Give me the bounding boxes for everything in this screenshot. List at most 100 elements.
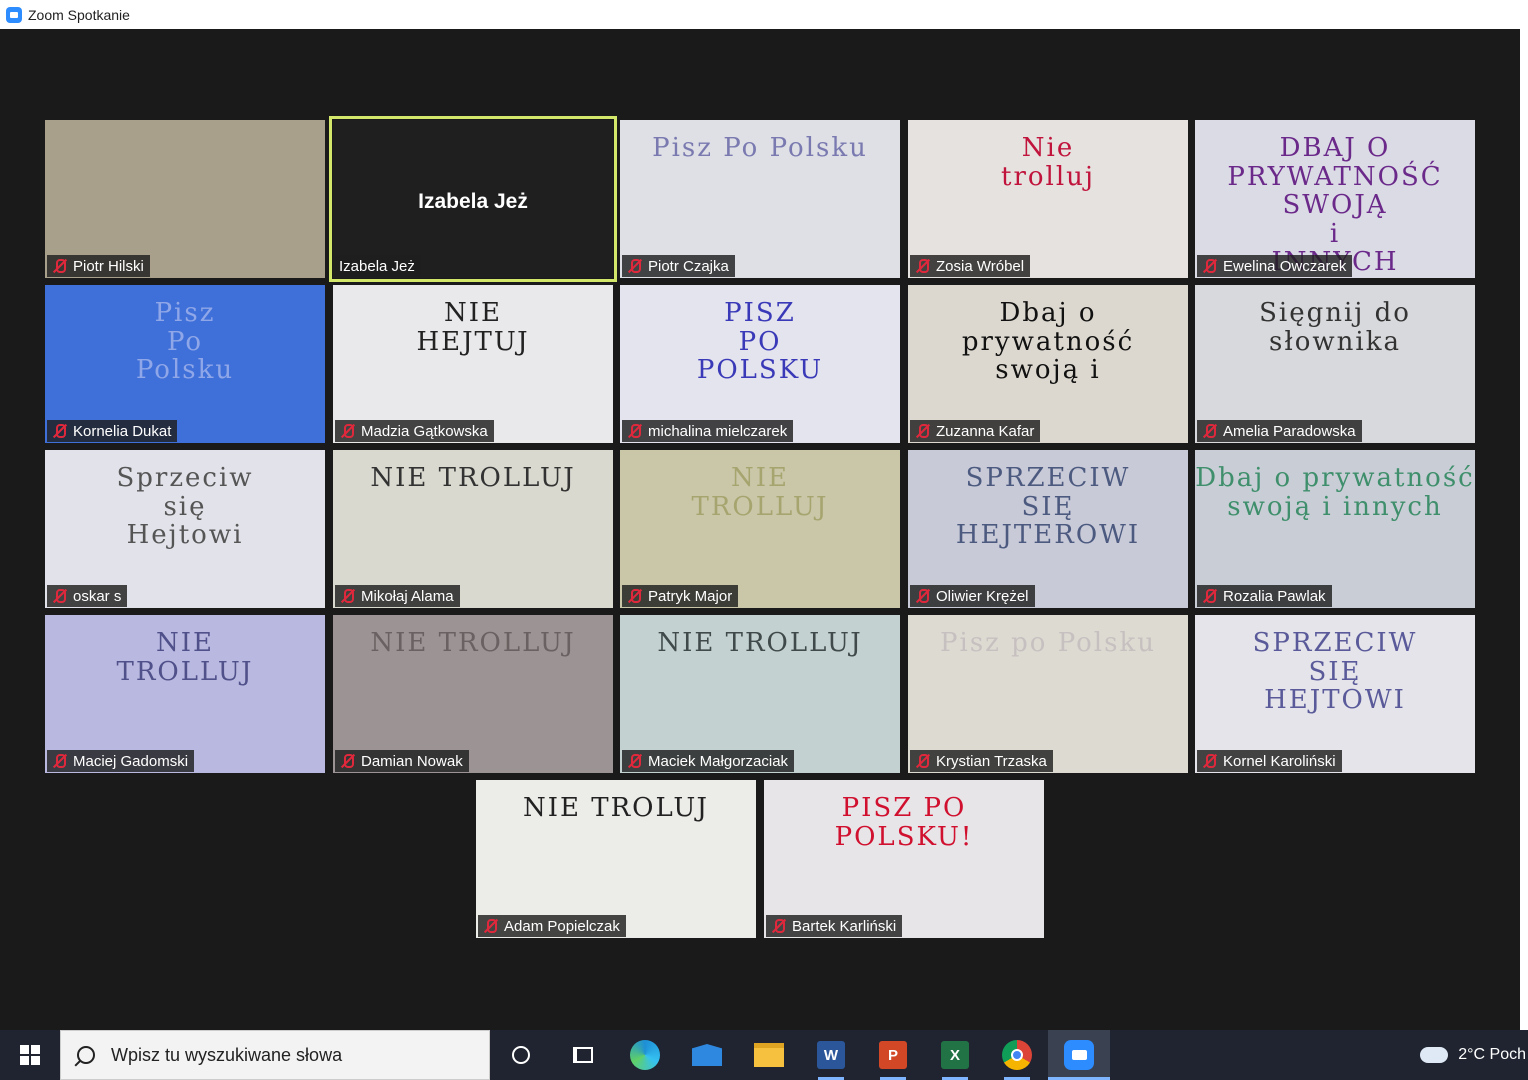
- edge-button[interactable]: [614, 1030, 676, 1080]
- participant-name: Madzia Gątkowska: [361, 422, 488, 440]
- participant-tile[interactable]: Pisz Po Polsku Kornelia Dukat: [45, 285, 325, 443]
- muted-mic-icon: [1201, 258, 1217, 274]
- participant-nameplate: Piotr Hilski: [47, 255, 150, 277]
- held-sign-text: NIE TROLLUJ: [370, 463, 576, 493]
- task-view-button[interactable]: [552, 1030, 614, 1080]
- participant-tile[interactable]: NIE TROLLUJ Mikołaj Alama: [333, 450, 613, 608]
- participant-name: Zosia Wróbel: [936, 257, 1025, 275]
- held-sign-text: SPRZECIW SIĘ HEJTEROWI: [955, 463, 1141, 551]
- word-button[interactable]: W: [800, 1030, 862, 1080]
- held-sign-text: PISZ PO POLSKU: [696, 298, 824, 386]
- held-sign-text: NIE TROLLUJ: [657, 628, 863, 658]
- participant-tile[interactable]: Pisz Po Polsku Piotr Czajka: [620, 120, 900, 278]
- held-sign-text: NIE TROLLUJ: [116, 628, 254, 687]
- muted-mic-icon: [914, 258, 930, 274]
- muted-mic-icon: [51, 258, 67, 274]
- held-sign-text: Sięgnij do słownika: [1259, 298, 1411, 357]
- excel-button[interactable]: X: [924, 1030, 986, 1080]
- held-sign-text: Pisz Po Polsku: [652, 133, 868, 163]
- cortana-icon: [512, 1046, 530, 1064]
- zoom-taskbar-button[interactable]: [1048, 1030, 1110, 1080]
- muted-mic-icon: [339, 753, 355, 769]
- participant-name: Piotr Czajka: [648, 257, 729, 275]
- participant-name: Mikołaj Alama: [361, 587, 454, 605]
- word-icon: W: [817, 1041, 845, 1069]
- participant-name: Ewelina Owczarek: [1223, 257, 1347, 275]
- held-sign-text: NIE TROLUJ: [523, 793, 709, 823]
- participant-nameplate: Amelia Paradowska: [1197, 420, 1362, 442]
- participant-nameplate: michalina mielczarek: [622, 420, 794, 442]
- participant-tile[interactable]: SPRZECIW SIĘ HEJTEROWI Oliwier Krężel: [908, 450, 1188, 608]
- participant-tile[interactable]: NIE TROLLUJ Maciek Małgorzaciak: [620, 615, 900, 773]
- muted-mic-icon: [51, 423, 67, 439]
- held-sign-text: Dbaj o prywatność swoją i innych: [1195, 463, 1475, 522]
- participant-name: Adam Popielczak: [504, 917, 620, 935]
- participant-tile[interactable]: PISZ PO POLSKU! Bartek Karliński: [764, 780, 1044, 938]
- participant-nameplate: Bartek Karliński: [766, 915, 903, 937]
- participant-tile[interactable]: Sięgnij do słownika Amelia Paradowska: [1195, 285, 1475, 443]
- participant-name: Amelia Paradowska: [1223, 422, 1356, 440]
- muted-mic-icon: [1201, 753, 1217, 769]
- held-sign-text: Dbaj o prywatność swoją i: [961, 298, 1135, 386]
- participant-name: Bartek Karliński: [792, 917, 897, 935]
- muted-mic-icon: [914, 753, 930, 769]
- held-sign-text: Pisz Po Polsku: [135, 298, 235, 386]
- participant-name: Patryk Major: [648, 587, 733, 605]
- window-title: Zoom Spotkanie: [28, 6, 130, 23]
- file-explorer-button[interactable]: [738, 1030, 800, 1080]
- system-tray: 2°C Poch: [1420, 1030, 1528, 1080]
- scrollbar[interactable]: [1520, 29, 1528, 1030]
- participant-tile[interactable]: Dbaj o prywatność swoją i innych Rozalia …: [1195, 450, 1475, 608]
- muted-mic-icon: [626, 588, 642, 604]
- mail-icon: [692, 1044, 722, 1066]
- start-button[interactable]: [0, 1030, 60, 1080]
- participant-name: michalina mielczarek: [648, 422, 788, 440]
- held-sign-text: Nie trolluj: [1001, 133, 1095, 192]
- edge-icon: [630, 1040, 660, 1070]
- mail-button[interactable]: [676, 1030, 738, 1080]
- cortana-button[interactable]: [490, 1030, 552, 1080]
- participant-tile[interactable]: NIE TROLLUJ Patryk Major: [620, 450, 900, 608]
- muted-mic-icon: [1201, 423, 1217, 439]
- participant-tile[interactable]: Pisz po Polsku Krystian Trzaska: [908, 615, 1188, 773]
- held-sign-text: Sprzeciw się Hejtowi: [116, 463, 254, 551]
- muted-mic-icon: [339, 588, 355, 604]
- participant-name: Krystian Trzaska: [936, 752, 1047, 770]
- participant-name: Zuzanna Kafar: [936, 422, 1035, 440]
- participant-nameplate: Ewelina Owczarek: [1197, 255, 1353, 277]
- zoom-app-icon: [6, 6, 22, 23]
- muted-mic-icon: [770, 918, 786, 934]
- participant-name: Piotr Hilski: [73, 257, 144, 275]
- participant-nameplate: Kornel Karoliński: [1197, 750, 1342, 772]
- powerpoint-button[interactable]: P: [862, 1030, 924, 1080]
- participant-tile[interactable]: NIE TROLLUJ Damian Nowak: [333, 615, 613, 773]
- search-placeholder: Wpisz tu wyszukiwane słowa: [111, 1044, 343, 1065]
- chrome-button[interactable]: [986, 1030, 1048, 1080]
- held-sign-text: NIE HEJTUJ: [416, 298, 530, 357]
- participant-tile[interactable]: NIE HEJTUJ Madzia Gątkowska: [333, 285, 613, 443]
- participant-nameplate: Mikołaj Alama: [335, 585, 460, 607]
- muted-mic-icon: [1201, 588, 1217, 604]
- held-sign-text: PISZ PO POLSKU!: [834, 793, 974, 852]
- participant-tile[interactable]: Dbaj o prywatność swoją i Zuzanna Kafar: [908, 285, 1188, 443]
- weather-text[interactable]: 2°C Poch: [1458, 1046, 1526, 1064]
- folder-icon: [754, 1043, 784, 1067]
- participant-tile[interactable]: Sprzeciw się Hejtowi oskar s: [45, 450, 325, 608]
- participant-name: Izabela Jeż: [339, 257, 415, 275]
- participant-tile[interactable]: Nie trolluj Zosia Wróbel: [908, 120, 1188, 278]
- muted-mic-icon: [626, 423, 642, 439]
- task-view-icon: [573, 1047, 593, 1063]
- participant-tile[interactable]: NIE TROLUJ Adam Popielczak: [476, 780, 756, 938]
- participant-name: Maciej Gadomski: [73, 752, 189, 770]
- participant-tile[interactable]: NIE TROLLUJ Maciej Gadomski: [45, 615, 325, 773]
- participant-nameplate: Damian Nowak: [335, 750, 469, 772]
- participant-tile[interactable]: SPRZECIW SIĘ HEJTOWI Kornel Karoliński: [1195, 615, 1475, 773]
- participant-tile[interactable]: Izabela Jeż Izabela Jeż: [329, 116, 617, 282]
- participant-tile[interactable]: DBAJ O PRYWATNOŚĆ SWOJĄ i INNYCHEwelina …: [1195, 120, 1475, 278]
- participant-tile[interactable]: PISZ PO POLSKU michalina mielczarek: [620, 285, 900, 443]
- participant-tile[interactable]: Piotr Hilski: [45, 120, 325, 278]
- participant-nameplate: Krystian Trzaska: [910, 750, 1053, 772]
- participant-name: Rozalia Pawlak: [1223, 587, 1326, 605]
- taskbar-search-box[interactable]: Wpisz tu wyszukiwane słowa: [60, 1030, 490, 1080]
- participant-nameplate: Kornelia Dukat: [47, 420, 178, 442]
